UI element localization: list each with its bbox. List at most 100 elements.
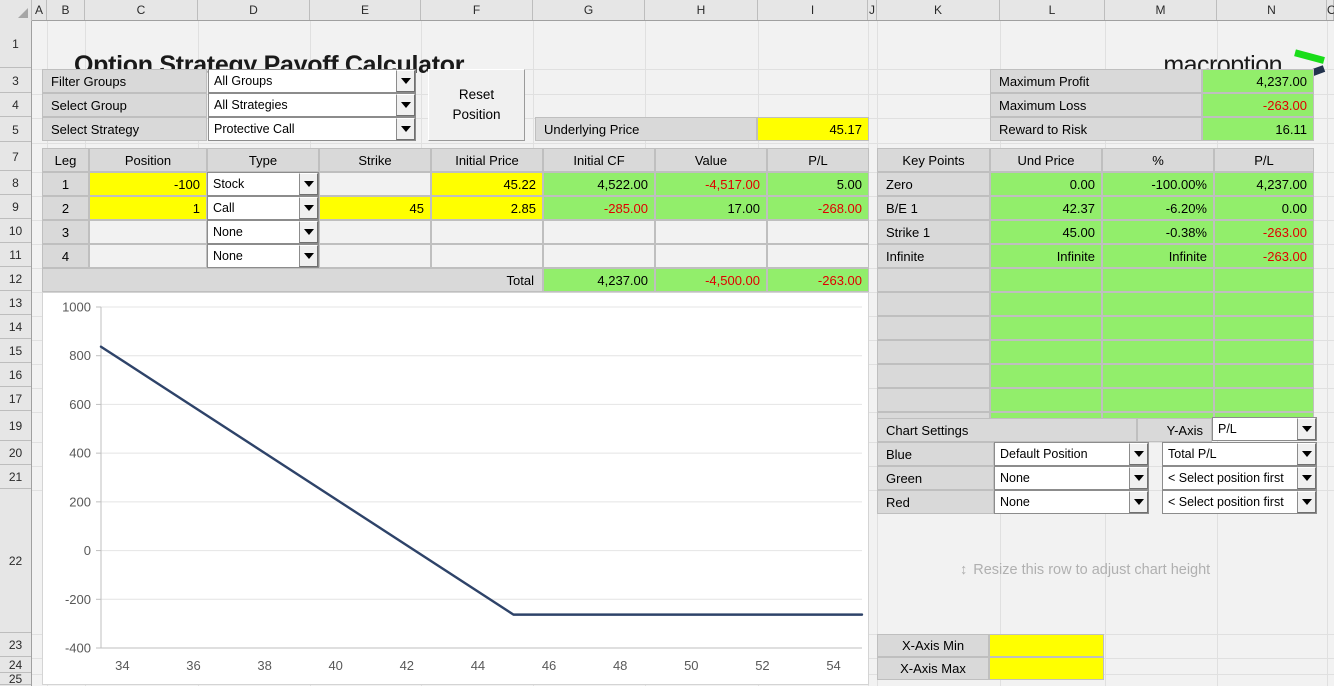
select-group-dropdown[interactable]: All Strategies: [208, 93, 416, 117]
leg-initial-price-input[interactable]: 45.22: [431, 172, 543, 196]
key-point-empty-name: [877, 388, 990, 412]
leg-initial-price-input[interactable]: [431, 220, 543, 244]
row-header-22[interactable]: 22: [0, 490, 31, 633]
column-header-O[interactable]: O: [1327, 0, 1334, 20]
row-header-23[interactable]: 23: [0, 634, 31, 657]
max-loss-label: Maximum Loss: [990, 93, 1202, 117]
chevron-down-icon[interactable]: [299, 221, 318, 243]
row-header-17[interactable]: 17: [0, 388, 31, 411]
column-header-G[interactable]: G: [533, 0, 645, 20]
row-header-9[interactable]: 9: [0, 196, 31, 219]
filter-groups-dropdown[interactable]: All Groups: [208, 69, 416, 93]
y-axis-tick-label: 200: [69, 494, 91, 509]
chevron-down-icon[interactable]: [299, 173, 318, 195]
leg-type-dropdown[interactable]: Call: [207, 196, 319, 220]
legs-header-strike: Strike: [319, 148, 431, 172]
chevron-down-icon[interactable]: [1297, 418, 1316, 440]
key-point-empty-cell: [1102, 292, 1214, 316]
row-header-3[interactable]: 3: [0, 69, 31, 93]
row-header-1[interactable]: 1: [0, 21, 31, 68]
y-axis-dropdown[interactable]: P/L: [1212, 417, 1317, 441]
chevron-down-icon[interactable]: [1129, 443, 1148, 465]
leg-strike-input[interactable]: [319, 172, 431, 196]
key-point-empty-cell: [1102, 316, 1214, 340]
x-axis-min-input[interactable]: [989, 634, 1104, 657]
x-axis-max-input[interactable]: [989, 657, 1104, 680]
column-header-J[interactable]: J: [868, 0, 877, 20]
leg-type-dropdown[interactable]: None: [207, 244, 319, 268]
leg-position-input[interactable]: [89, 244, 207, 268]
chevron-down-icon[interactable]: [1297, 443, 1316, 465]
key-points-header-p-l: P/L: [1214, 148, 1314, 172]
column-header-H[interactable]: H: [645, 0, 758, 20]
reset-position-button[interactable]: Reset Position: [428, 69, 525, 141]
row-header-15[interactable]: 15: [0, 340, 31, 363]
row-header-8[interactable]: 8: [0, 172, 31, 195]
leg-position-input[interactable]: 1: [89, 196, 207, 220]
row-header-11[interactable]: 11: [0, 244, 31, 267]
row-header-19[interactable]: 19: [0, 412, 31, 441]
chart-series-color-label-blue: Blue: [877, 442, 994, 466]
row-header-4[interactable]: 4: [0, 94, 31, 117]
row-header-20[interactable]: 20: [0, 442, 31, 465]
chart-series-metric-dropdown-blue[interactable]: Total P/L: [1162, 442, 1317, 466]
leg-value: [655, 220, 767, 244]
chevron-down-icon[interactable]: [396, 94, 415, 116]
chevron-down-icon[interactable]: [1129, 491, 1148, 513]
chevron-down-icon[interactable]: [396, 70, 415, 92]
column-header-C[interactable]: C: [85, 0, 198, 20]
column-header-N[interactable]: N: [1217, 0, 1327, 20]
select-all-corner[interactable]: [0, 0, 32, 21]
row-header-25[interactable]: 25: [0, 672, 31, 686]
column-header-D[interactable]: D: [198, 0, 310, 20]
chevron-down-icon[interactable]: [1297, 467, 1316, 489]
leg-strike-input[interactable]: [319, 244, 431, 268]
chevron-down-icon[interactable]: [299, 197, 318, 219]
leg-position-input[interactable]: [89, 220, 207, 244]
column-header-A[interactable]: A: [32, 0, 47, 20]
key-point-name: Zero: [877, 172, 990, 196]
column-header-M[interactable]: M: [1105, 0, 1217, 20]
key-points-header--: %: [1102, 148, 1214, 172]
leg-strike-input[interactable]: 45: [319, 196, 431, 220]
leg-type-dropdown[interactable]: Stock: [207, 172, 319, 196]
x-axis-tick-label: 38: [257, 658, 271, 673]
column-header-L[interactable]: L: [1000, 0, 1105, 20]
select-strategy-dropdown[interactable]: Protective Call: [208, 117, 416, 141]
column-header-E[interactable]: E: [310, 0, 421, 20]
row-header-14[interactable]: 14: [0, 316, 31, 339]
chevron-down-icon[interactable]: [1297, 491, 1316, 513]
chart-series-position-dropdown-red[interactable]: None: [994, 490, 1149, 514]
underlying-price-input[interactable]: 45.17: [757, 117, 869, 141]
column-header-K[interactable]: K: [877, 0, 1000, 20]
payoff-chart[interactable]: -400 -200 0 200 400 600 800 1000 34 36 38 40 42 44 46 4…: [42, 292, 869, 685]
row-header-10[interactable]: 10: [0, 220, 31, 243]
chart-series-position-dropdown-green[interactable]: None: [994, 466, 1149, 490]
chevron-down-icon[interactable]: [299, 245, 318, 267]
chevron-down-icon[interactable]: [1129, 467, 1148, 489]
row-header-21[interactable]: 21: [0, 466, 31, 489]
chart-series-metric-dropdown-red[interactable]: < Select position first: [1162, 490, 1317, 514]
row-header-5[interactable]: 5: [0, 118, 31, 142]
column-header-I[interactable]: I: [758, 0, 868, 20]
chart-settings-title: Chart Settings: [877, 418, 1137, 442]
y-axis-tick-label: 800: [69, 348, 91, 363]
row-header-13[interactable]: 13: [0, 292, 31, 315]
chevron-down-icon[interactable]: [396, 118, 415, 140]
chart-series-position-dropdown-blue[interactable]: Default Position: [994, 442, 1149, 466]
row-header-24[interactable]: 24: [0, 658, 31, 673]
column-header-F[interactable]: F: [421, 0, 533, 20]
row-header-12[interactable]: 12: [0, 268, 31, 291]
x-axis-tick-label: 54: [826, 658, 840, 673]
leg-type-dropdown[interactable]: None: [207, 220, 319, 244]
row-header-16[interactable]: 16: [0, 364, 31, 387]
key-point-empty-cell: [990, 292, 1102, 316]
key-point-name: B/E 1: [877, 196, 990, 220]
leg-position-input[interactable]: -100: [89, 172, 207, 196]
row-header-7[interactable]: 7: [0, 143, 31, 171]
column-header-B[interactable]: B: [47, 0, 85, 20]
leg-initial-price-input[interactable]: [431, 244, 543, 268]
leg-strike-input[interactable]: [319, 220, 431, 244]
chart-series-metric-dropdown-green[interactable]: < Select position first: [1162, 466, 1317, 490]
leg-initial-price-input[interactable]: 2.85: [431, 196, 543, 220]
